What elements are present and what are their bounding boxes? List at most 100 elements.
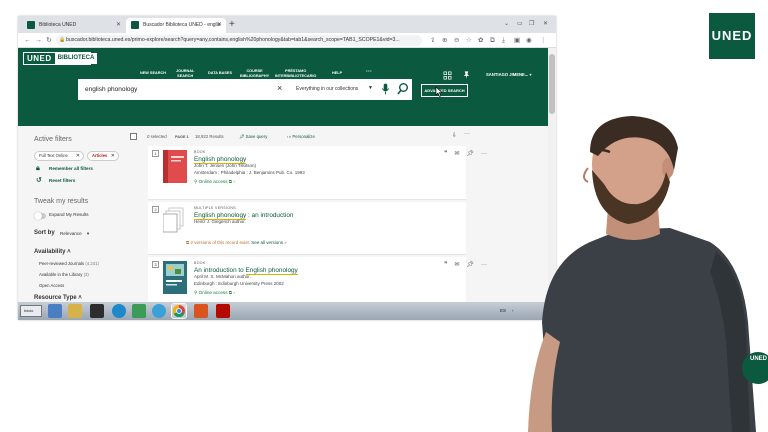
- result-number[interactable]: 2: [152, 206, 159, 213]
- nav-more[interactable]: ···: [366, 69, 372, 74]
- address-bar[interactable]: 🔒 buscador.biblioteca.uned.es/primo-expl…: [56, 35, 422, 46]
- personalize-toggle[interactable]: ◖● Personalize: [286, 134, 315, 139]
- tray-chevron-icon[interactable]: ‹: [512, 308, 514, 313]
- tab-search-icon[interactable]: ⌄: [504, 18, 509, 30]
- search-icon[interactable]: [397, 82, 409, 96]
- sort-by-select[interactable]: Relevance ▾: [60, 231, 89, 237]
- taskbar-app-chrome[interactable]: [171, 303, 187, 319]
- language-indicator[interactable]: ES: [500, 308, 506, 313]
- more-actions-icon[interactable]: ···: [481, 151, 487, 157]
- cite-icon[interactable]: ❞: [444, 151, 447, 157]
- result-card[interactable]: 2 MULTIPLE VERSIONS English phonology : …: [148, 202, 466, 255]
- facet-peer-reviewed[interactable]: Peer-reviewed Journals (4,241): [39, 261, 99, 266]
- remove-filter-icon[interactable]: ✕: [111, 152, 115, 160]
- back-icon[interactable]: ←: [24, 33, 31, 48]
- result-card[interactable]: 3 BOOK An introduction to English phonol…: [148, 257, 487, 303]
- online-access-link[interactable]: ⚲ Online access ⧉ ›: [194, 290, 235, 296]
- window-close-icon[interactable]: ✕: [543, 18, 548, 30]
- tab-buscador[interactable]: Buscador Biblioteca UNED - englis ✕: [126, 18, 226, 33]
- close-icon[interactable]: ✕: [116, 18, 121, 33]
- select-all-checkbox[interactable]: [130, 133, 137, 140]
- book-cover-thumbnail[interactable]: [163, 261, 187, 294]
- remember-filters-link[interactable]: 🔒︎ Remember all filters: [36, 165, 93, 173]
- result-title[interactable]: English phonology : an introduction: [194, 212, 293, 220]
- scroll-thumb[interactable]: [549, 54, 555, 114]
- online-access-link[interactable]: ⚲ Online access ⧉ ›: [194, 179, 235, 185]
- share-icon[interactable]: ⇪: [430, 33, 435, 48]
- result-card[interactable]: 1 BOOK English phonology John T. Jensen …: [148, 146, 487, 200]
- filter-chip-articles[interactable]: Articles ✕: [87, 151, 119, 161]
- extension-icon[interactable]: ✿: [478, 33, 483, 48]
- facet-open-access[interactable]: Open Access: [39, 283, 64, 288]
- tweak-results-heading: Tweak my results: [34, 198, 89, 205]
- new-tab-icon[interactable]: +: [229, 17, 235, 32]
- search-input[interactable]: [78, 79, 268, 100]
- results-list: 0 selected PAGE 1 18,922 Results 📌︎ Save…: [126, 126, 548, 303]
- tab-biblioteca[interactable]: Biblioteca UNED ✕: [22, 18, 125, 33]
- sidepanel-icon[interactable]: ▣: [514, 33, 520, 48]
- taskbar-app-spreadsheet[interactable]: [132, 304, 146, 318]
- see-all-versions-link[interactable]: See all versions: [251, 240, 283, 245]
- taskbar-app-folder[interactable]: [68, 304, 82, 318]
- clear-search-icon[interactable]: ×: [277, 83, 282, 93]
- taskbar-app-acrobat[interactable]: [216, 304, 230, 318]
- minimize-icon[interactable]: ▭: [517, 18, 523, 30]
- bookmark-star-icon[interactable]: ☆: [466, 33, 472, 48]
- taskbar-app-ie[interactable]: [152, 304, 166, 318]
- taskbar-app-explorer[interactable]: [48, 304, 62, 318]
- start-button[interactable]: Inicio: [20, 305, 42, 317]
- pin-icon[interactable]: 📌︎: [466, 262, 474, 268]
- microphone-icon[interactable]: [381, 82, 390, 96]
- nav-data-bases[interactable]: DATA BASES: [208, 71, 232, 76]
- cite-icon[interactable]: ❞: [444, 262, 447, 268]
- forward-icon[interactable]: →: [35, 33, 42, 48]
- download-icon[interactable]: ⤓: [502, 33, 505, 48]
- multiple-versions-thumbnail[interactable]: [163, 206, 187, 239]
- nav-prestamo-interbibliotecario[interactable]: PRÉSTAMO INTERBIBLIOTECARIO: [275, 69, 316, 78]
- email-icon[interactable]: ✉: [454, 262, 459, 268]
- reset-filters-link[interactable]: ↺ Reset filters: [36, 177, 75, 185]
- extensions-puzzle-icon[interactable]: ⧉: [490, 33, 495, 48]
- result-author: John T. Jensen (John Tillotson): [194, 163, 256, 168]
- availability-facet-heading[interactable]: Availability ˄: [34, 249, 71, 255]
- book-cover-thumbnail[interactable]: [163, 150, 187, 183]
- filter-chip-full-text[interactable]: Full Text Online ✕: [34, 151, 84, 161]
- remove-filter-icon[interactable]: ✕: [76, 152, 80, 160]
- scope-select[interactable]: Everything in our collections: [296, 86, 358, 92]
- nav-help[interactable]: HELP: [332, 71, 342, 76]
- taskbar-app-edge[interactable]: [112, 304, 126, 318]
- versions-notice[interactable]: ⧉ 2 versions of this record exist. See a…: [186, 240, 287, 245]
- taskbar-app-terminal[interactable]: [90, 304, 104, 318]
- nav-course-bibliography[interactable]: COURSE BIBLIOGRAPHY: [240, 69, 269, 78]
- translate-icon[interactable]: ⊕: [442, 33, 447, 48]
- facet-available-library[interactable]: Available in the Library (3): [39, 272, 89, 277]
- close-icon[interactable]: ✕: [217, 18, 222, 33]
- restore-icon[interactable]: ❐: [529, 18, 534, 30]
- result-title[interactable]: English phonology: [194, 156, 247, 164]
- more-actions-icon[interactable]: ···: [481, 262, 487, 268]
- pin-icon[interactable]: 📌︎: [466, 151, 474, 157]
- uned-biblioteca-logo[interactable]: UNED BIBLIOTECA: [23, 52, 98, 65]
- user-menu[interactable]: SANTIAGO JIMENE... ▾: [486, 72, 532, 77]
- reload-icon[interactable]: ↻: [46, 33, 52, 48]
- menu-kebab-icon[interactable]: ⋮: [540, 33, 547, 48]
- result-number[interactable]: 1: [152, 150, 159, 157]
- pin-icon[interactable]: [462, 70, 471, 80]
- taskbar-app-powerpoint[interactable]: [194, 304, 208, 318]
- apps-grid-icon[interactable]: [443, 71, 452, 80]
- resource-type-facet-heading[interactable]: Resource Type ˄: [34, 295, 82, 301]
- nav-journal-search[interactable]: JOURNAL SEARCH: [176, 69, 194, 78]
- result-title[interactable]: An introduction to English phonology: [194, 267, 298, 275]
- zoom-icon[interactable]: ⊖: [454, 33, 459, 48]
- more-options-icon[interactable]: ···: [464, 131, 470, 137]
- email-icon[interactable]: ✉: [454, 151, 459, 157]
- advanced-search-button[interactable]: ADVANCED SEARCH: [421, 84, 468, 97]
- nav-new-search[interactable]: NEW SEARCH: [140, 71, 166, 76]
- save-query-link[interactable]: 📌︎ Save query: [239, 134, 267, 140]
- scope-caret-icon[interactable]: ▼: [368, 85, 373, 91]
- pin-icon[interactable]: ⇩: [452, 132, 457, 139]
- access-label: Online access: [198, 179, 228, 184]
- expand-results-toggle[interactable]: [34, 212, 46, 220]
- result-number[interactable]: 3: [152, 261, 159, 268]
- profile-icon[interactable]: ◉: [526, 33, 532, 48]
